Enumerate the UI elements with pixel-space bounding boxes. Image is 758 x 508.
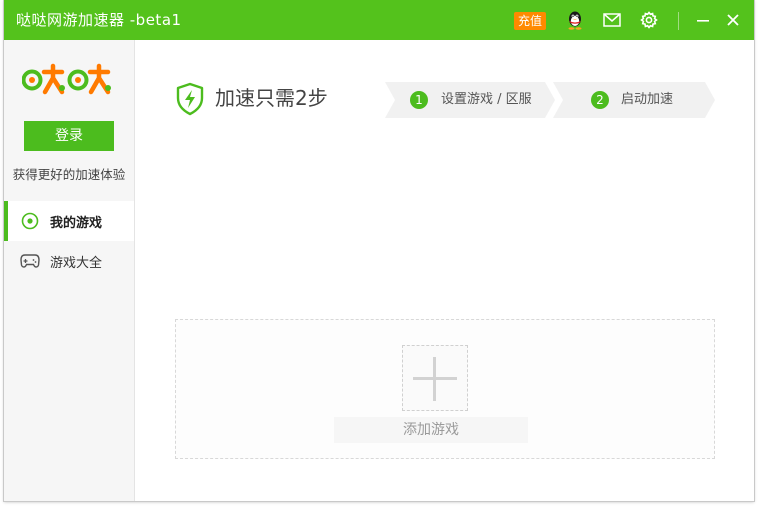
minimize-icon[interactable] [692, 10, 714, 30]
add-game-dropzone[interactable]: 添加游戏 [175, 319, 715, 459]
gamepad-icon [20, 251, 40, 271]
recharge-button[interactable]: 充值 [514, 12, 547, 30]
title-bar-separator [678, 12, 679, 30]
page-title: 加速只需2步 [215, 86, 328, 110]
mail-icon[interactable] [601, 10, 623, 30]
gear-icon[interactable] [638, 10, 660, 30]
qq-penguin-icon[interactable] [564, 10, 586, 30]
step-number-1: 1 [410, 91, 428, 109]
window-title: 哒哒网游加速器 -beta1 [16, 11, 182, 29]
app-window: 哒哒网游加速器 -beta1 充值 登录 获得更好的加速体验 我的游戏 游戏大全… [4, 0, 754, 501]
step-label-2: 启动加速 [621, 92, 674, 107]
step-number-2: 2 [591, 91, 609, 109]
shield-lightning-icon [175, 82, 205, 116]
steps-indicator: 1 设置游戏 / 区服 2 启动加速 [385, 82, 715, 118]
title-bar[interactable]: 哒哒网游加速器 -beta1 充值 [4, 0, 754, 40]
sidebar: 登录 获得更好的加速体验 我的游戏 游戏大全 [4, 40, 135, 501]
login-button[interactable]: 登录 [24, 121, 114, 151]
sidebar-item-label: 游戏大全 [50, 255, 103, 271]
sidebar-item-game-library[interactable]: 游戏大全 [4, 241, 134, 281]
sidebar-item-label: 我的游戏 [50, 215, 103, 231]
main-panel: 加速只需2步 1 设置游戏 / 区服 2 启动加速 添加游戏 [135, 40, 754, 501]
my-games-icon [20, 211, 40, 231]
add-game-label[interactable]: 添加游戏 [334, 417, 528, 443]
close-icon[interactable] [722, 10, 744, 30]
step-label-1: 设置游戏 / 区服 [441, 92, 532, 107]
add-game-plus-icon[interactable] [402, 345, 468, 411]
slogan-text: 获得更好的加速体验 [12, 167, 126, 182]
dada-logo [21, 62, 116, 98]
sidebar-item-my-games[interactable]: 我的游戏 [4, 201, 134, 241]
